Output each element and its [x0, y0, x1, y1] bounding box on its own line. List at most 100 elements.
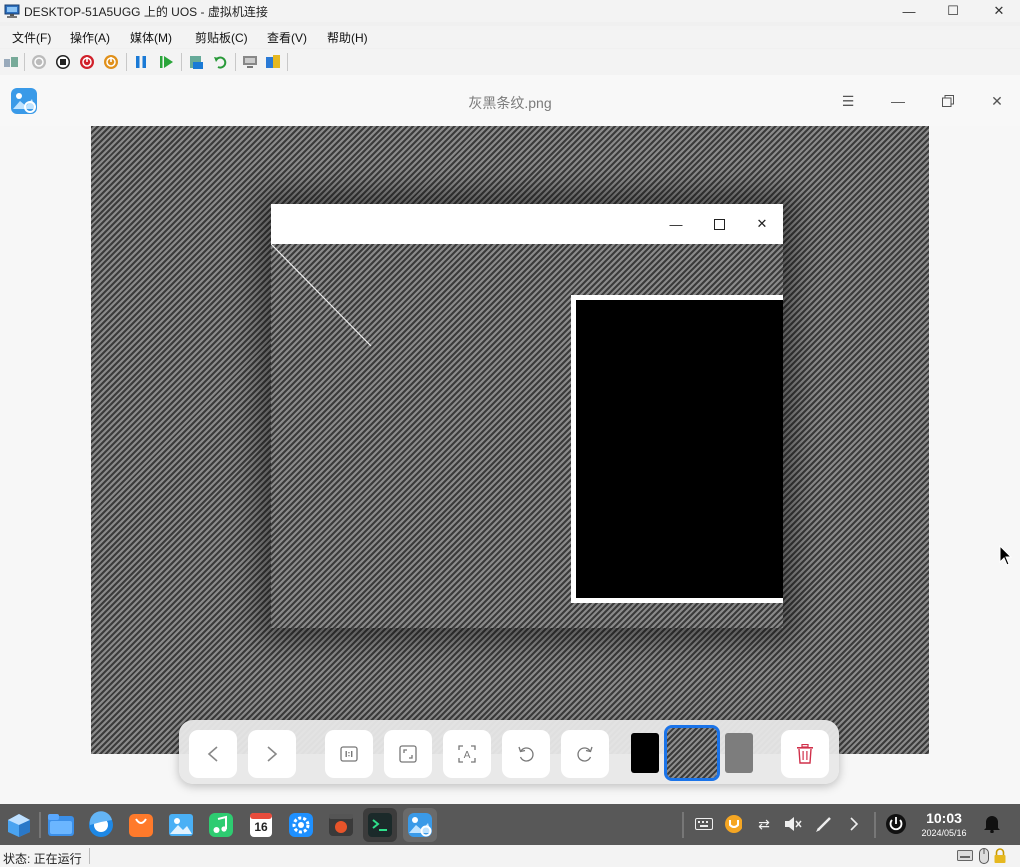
status-separator: [89, 848, 90, 864]
host-maximize-button[interactable]: ☐: [930, 0, 976, 22]
menu-file[interactable]: 文件(F): [12, 29, 51, 46]
screenshot-window-title-bar: — ✕: [271, 204, 783, 244]
toolbar-separator: [235, 53, 236, 71]
menu-help[interactable]: 帮助(H): [327, 29, 368, 46]
image-file-name: 灰黑条纹.png: [468, 95, 552, 111]
image-toolbar: A: [179, 720, 839, 784]
menu-clipboard[interactable]: 剪贴板(C): [195, 29, 248, 46]
save-state-icon[interactable]: [103, 54, 119, 70]
minimize-icon: —: [669, 216, 683, 232]
start-icon[interactable]: [31, 54, 47, 70]
toolbar-separator: [24, 53, 25, 71]
menu-action[interactable]: 操作(A): [70, 29, 110, 46]
maximize-icon: [709, 214, 729, 234]
taskbar-separator: [39, 812, 41, 838]
thumbnail-selected[interactable]: [664, 725, 720, 781]
fit-window-button[interactable]: [384, 730, 432, 778]
rotate-right-icon: [577, 746, 593, 762]
network-icon[interactable]: ⇄: [755, 815, 773, 833]
screen-recorder-icon[interactable]: [326, 810, 356, 840]
one-to-one-icon: [340, 746, 358, 762]
revert-icon[interactable]: [212, 54, 228, 70]
close-icon: ✕: [756, 216, 768, 231]
chevron-right-icon: [267, 746, 278, 762]
calendar-day: 16: [254, 820, 268, 834]
lock-status-icon: [993, 848, 1007, 867]
vm-connection-icon: [4, 4, 20, 18]
host-status-bar: 状态: 正在运行: [0, 845, 1020, 867]
enhanced-session-icon[interactable]: [242, 54, 258, 70]
taskbar: 16 ⇄ 10:03 2024/05/16: [0, 804, 1020, 845]
toolbar-separator: [181, 53, 182, 71]
chevron-left-icon: [207, 746, 218, 762]
keyboard-icon[interactable]: [695, 815, 713, 833]
pause-icon[interactable]: [133, 54, 149, 70]
launcher-icon[interactable]: [4, 810, 34, 840]
pen-icon[interactable]: [815, 815, 833, 833]
control-center-icon[interactable]: [286, 810, 316, 840]
trash-icon: [797, 744, 813, 764]
previous-button[interactable]: [189, 730, 237, 778]
image-viewer-window: 灰黑条纹.png ☰ — ✕ — ✕ A: [0, 75, 1020, 804]
notification-bell-icon[interactable]: [983, 814, 1001, 833]
image-viewer-icon[interactable]: [166, 810, 196, 840]
clock-date[interactable]: 2024/05/16: [916, 828, 972, 838]
original-size-button[interactable]: [325, 730, 373, 778]
resume-icon[interactable]: [158, 54, 174, 70]
keyboard-status-icon: [957, 850, 973, 864]
thumbnail-gray[interactable]: [725, 733, 753, 773]
host-close-button[interactable]: ✕: [976, 0, 1020, 22]
host-title-bar: DESKTOP-51A5UGG 上的 UOS - 虚拟机连接 — ☐ ✕: [0, 0, 1020, 22]
clock-time[interactable]: 10:03: [916, 810, 972, 826]
toolbar-separator: [126, 53, 127, 71]
taskbar-separator: [682, 812, 684, 838]
mouse-cursor-icon: [999, 545, 1013, 566]
ctrl-alt-del-icon[interactable]: [3, 54, 19, 70]
host-window-title: DESKTOP-51A5UGG 上的 UOS - 虚拟机连接: [24, 5, 268, 19]
close-button[interactable]: ✕: [985, 89, 1009, 113]
image-viewer-title-bar: 灰黑条纹.png ☰ — ✕: [0, 75, 1020, 126]
app-store-icon[interactable]: [126, 810, 156, 840]
image-viewer-active-icon[interactable]: [403, 808, 437, 842]
svg-text:A: A: [464, 750, 471, 761]
rotate-left-icon: [518, 746, 534, 762]
host-minimize-button[interactable]: —: [886, 0, 932, 22]
minimize-button[interactable]: —: [886, 89, 910, 113]
mouse-status-icon: [979, 848, 989, 867]
turn-off-icon[interactable]: [55, 54, 71, 70]
screenshot-window-body: [271, 244, 783, 628]
screenshot-window: — ✕: [271, 204, 783, 628]
chevron-right-icon[interactable]: [845, 815, 863, 833]
menu-view[interactable]: 查看(V): [267, 29, 307, 46]
share-icon[interactable]: [265, 54, 281, 70]
host-menu-bar: 文件(F) 操作(A) 媒体(M) 剪贴板(C) 查看(V) 帮助(H): [0, 26, 1020, 48]
toolbar-separator: [287, 53, 288, 71]
black-rectangle: [571, 295, 783, 603]
checkpoint-icon[interactable]: [188, 54, 204, 70]
menu-media[interactable]: 媒体(M): [130, 29, 172, 46]
menu-icon[interactable]: ☰: [836, 89, 860, 113]
rotate-right-button[interactable]: [561, 730, 609, 778]
text-recognition-icon: A: [458, 745, 476, 763]
fit-window-icon: [399, 745, 417, 763]
thumbnail-black[interactable]: [631, 733, 659, 773]
browser-icon[interactable]: [86, 810, 116, 840]
taskbar-separator: [874, 812, 876, 838]
rotate-left-button[interactable]: [502, 730, 550, 778]
host-toolbar: [0, 49, 1020, 75]
file-manager-icon[interactable]: [46, 810, 76, 840]
delete-button[interactable]: [781, 730, 829, 778]
power-icon[interactable]: [885, 813, 907, 835]
volume-muted-icon[interactable]: [784, 815, 802, 833]
terminal-icon[interactable]: [363, 808, 397, 842]
ocr-button[interactable]: A: [443, 730, 491, 778]
image-canvas[interactable]: — ✕: [91, 126, 929, 754]
music-icon[interactable]: [206, 810, 236, 840]
next-button[interactable]: [248, 730, 296, 778]
calendar-icon[interactable]: 16: [246, 810, 276, 840]
input-method-icon[interactable]: [724, 815, 742, 833]
shutdown-icon[interactable]: [79, 54, 95, 70]
vm-status-text: 状态: 正在运行: [3, 852, 82, 866]
restore-button[interactable]: [936, 89, 960, 113]
diagonal-line: [271, 244, 372, 347]
